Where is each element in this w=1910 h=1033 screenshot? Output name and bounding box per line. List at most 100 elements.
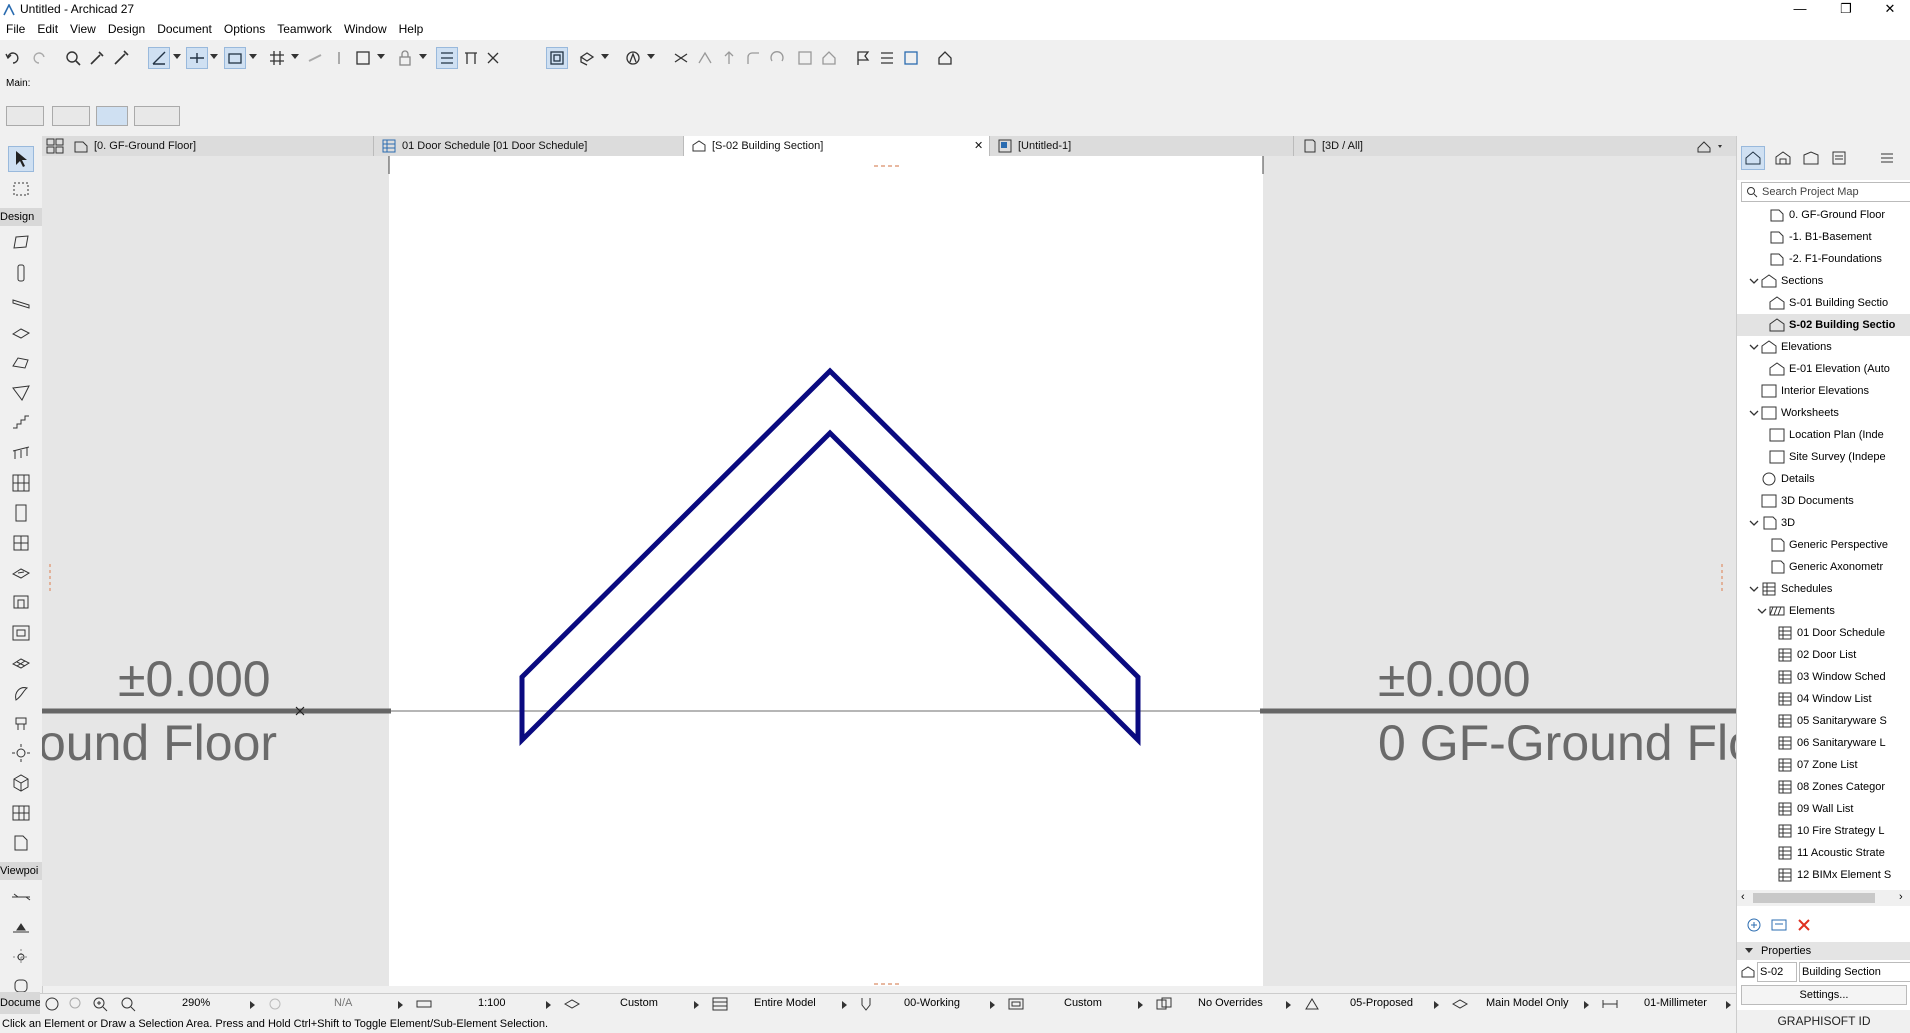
display-dropdown[interactable] — [377, 54, 385, 59]
dimension-arrow[interactable] — [1726, 1001, 1731, 1009]
snap-points-dropdown[interactable] — [249, 54, 257, 59]
menu-options[interactable]: Options — [218, 20, 271, 36]
layer-combination-icon[interactable] — [564, 997, 580, 1011]
tab-building-section[interactable]: [S-02 Building Section] ✕ — [684, 136, 990, 156]
menu-help[interactable]: Help — [393, 20, 430, 36]
zoom-out-icon[interactable] — [120, 996, 136, 1012]
tree-item[interactable]: E-01 Elevation (Auto — [1737, 358, 1910, 380]
pen-set[interactable]: 00-Working — [904, 997, 960, 1009]
lock-dropdown[interactable] — [419, 54, 427, 59]
overrides-icon[interactable] — [1156, 997, 1172, 1011]
tree-item[interactable]: Elements — [1737, 600, 1910, 622]
eyedropper-icon[interactable] — [86, 47, 108, 69]
adjust-icon[interactable] — [718, 47, 740, 69]
scale-icon[interactable] — [416, 998, 432, 1010]
orientation-angle[interactable]: N/A — [334, 997, 352, 1009]
zoom-in-icon[interactable] — [92, 996, 108, 1012]
design-section-header[interactable]: Design — [0, 208, 42, 226]
structural-grid-tool-icon[interactable] — [8, 800, 34, 826]
dimension-standard[interactable]: 01-Millimeter — [1644, 997, 1707, 1009]
roof-tool-icon[interactable] — [8, 350, 34, 376]
pen-set-arrow[interactable] — [990, 1001, 995, 1009]
column-tool-icon[interactable] — [8, 260, 34, 286]
tree-item[interactable]: 12 BIMx Element S — [1737, 864, 1910, 886]
guide-lines-icon[interactable] — [148, 47, 170, 69]
model-view-options[interactable]: Custom — [1064, 997, 1102, 1009]
menu-file[interactable]: File — [0, 20, 31, 36]
tree-item[interactable]: -1. B1-Basement — [1737, 226, 1910, 248]
layer-icon[interactable] — [328, 47, 350, 69]
tree-item[interactable]: Generic Axonometr — [1737, 556, 1910, 578]
tree-item[interactable]: 08 Zones Categor — [1737, 776, 1910, 798]
orientation-icon[interactable] — [268, 997, 282, 1011]
reference-id-field[interactable]: S-02 — [1757, 962, 1797, 982]
roof-outline[interactable] — [519, 367, 1141, 747]
scroll-left-icon[interactable]: ‹ — [1741, 891, 1745, 903]
group-suspend-icon[interactable] — [546, 47, 568, 69]
document-section-header[interactable]: Docume — [0, 992, 40, 1014]
bimcloud-icon[interactable] — [934, 47, 956, 69]
zoom-reset-icon[interactable] — [68, 996, 84, 1012]
dimension-icon[interactable] — [1602, 998, 1618, 1010]
tree-item[interactable]: 3D — [1737, 512, 1910, 534]
tree-item[interactable]: 04 Window List — [1737, 688, 1910, 710]
tree-item[interactable]: S-01 Building Sectio — [1737, 292, 1910, 314]
selection-suspend-icon[interactable] — [436, 47, 458, 69]
tree-item[interactable]: 07 Zone List — [1737, 754, 1910, 776]
tab-close-icon[interactable]: ✕ — [974, 136, 983, 156]
scale-arrow[interactable] — [546, 1001, 551, 1009]
redo-icon[interactable] — [28, 47, 50, 69]
trace-icon[interactable] — [304, 47, 326, 69]
view-3d-icon[interactable] — [576, 47, 598, 69]
zoom-level[interactable]: 290% — [182, 997, 210, 1009]
graphic-override-icon[interactable] — [712, 997, 728, 1011]
navigator-horizontal-scrollbar[interactable]: ‹ › — [1737, 890, 1910, 906]
tree-item[interactable]: 03 Window Sched — [1737, 666, 1910, 688]
publisher-sets-tab-icon[interactable] — [1827, 146, 1851, 170]
arrow-tool-icon[interactable] — [8, 146, 34, 172]
tree-item[interactable]: 3D Documents — [1737, 490, 1910, 512]
section-tool-icon[interactable] — [8, 884, 34, 910]
model-filter-arrow[interactable] — [842, 1001, 847, 1009]
tree-item[interactable]: 0. GF-Ground Floor — [1737, 204, 1910, 226]
snap-guides-dropdown[interactable] — [210, 54, 218, 59]
scroll-right-icon[interactable]: › — [1899, 891, 1903, 903]
zoom-arrow[interactable] — [250, 1001, 255, 1009]
chevron-down-icon[interactable] — [1749, 584, 1759, 594]
structure-display[interactable]: Main Model Only — [1486, 997, 1569, 1009]
tab-untitled-layout[interactable]: [Untitled-1] — [990, 136, 1294, 156]
tree-item[interactable]: 11 Acoustic Strate — [1737, 842, 1910, 864]
object-tool-icon[interactable] — [8, 710, 34, 736]
tree-item[interactable]: Schedules — [1737, 578, 1910, 600]
tree-item[interactable]: Location Plan (Inde — [1737, 424, 1910, 446]
mesh-tool-icon[interactable] — [8, 650, 34, 676]
marquee-tool-icon[interactable] — [8, 176, 34, 202]
tree-item[interactable]: Elevations — [1737, 336, 1910, 358]
tree-item[interactable]: Generic Perspective — [1737, 534, 1910, 556]
project-map-tab-icon[interactable] — [1741, 146, 1765, 170]
renovation-dropdown[interactable] — [647, 54, 655, 59]
roof-icon[interactable] — [818, 47, 840, 69]
renovation-filter[interactable]: 05-Proposed — [1350, 997, 1413, 1009]
properties-header[interactable]: Properties — [1737, 942, 1910, 960]
tab-ground-floor[interactable]: [0. GF-Ground Floor] — [66, 136, 374, 156]
overrides-arrow[interactable] — [1286, 1001, 1291, 1009]
grid-snap-dropdown[interactable] — [291, 54, 299, 59]
chevron-down-icon[interactable] — [1749, 342, 1759, 352]
chevron-down-icon[interactable] — [1757, 606, 1767, 616]
shell-tool-icon[interactable] — [8, 380, 34, 406]
marquee-shape-button[interactable] — [52, 106, 90, 126]
tree-item[interactable]: S-02 Building Sectio — [1737, 314, 1910, 336]
viewpoint-section-header[interactable]: Viewpoi — [0, 862, 42, 880]
menu-window[interactable]: Window — [338, 20, 393, 36]
wall-end-tool-icon[interactable] — [8, 830, 34, 856]
intersect-icon[interactable] — [694, 47, 716, 69]
section-viewport[interactable]: ±0.000 ound Floor ±0.000 0 GF-Ground Flo — [42, 156, 1736, 986]
undo-icon[interactable] — [2, 47, 24, 69]
menu-view[interactable]: View — [64, 20, 102, 36]
lamp-tool-icon[interactable] — [8, 740, 34, 766]
grid-snap-icon[interactable] — [266, 47, 288, 69]
new-folder-icon[interactable] — [1771, 918, 1787, 932]
tab-overview-icon[interactable] — [46, 138, 64, 154]
fit-icon[interactable] — [482, 47, 504, 69]
